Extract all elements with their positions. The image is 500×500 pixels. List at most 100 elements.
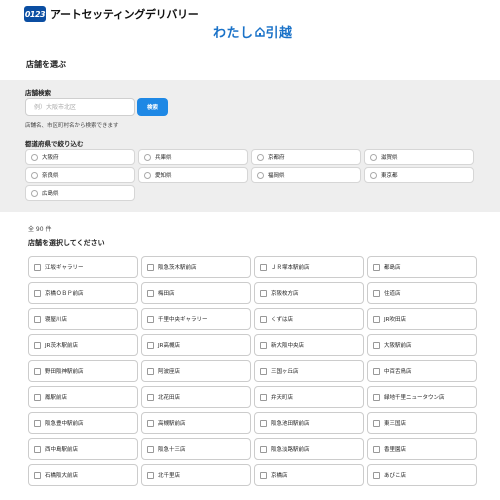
checkbox-icon[interactable]	[260, 445, 267, 453]
prefecture-option[interactable]: 大阪府	[25, 149, 135, 165]
store-item-label: 住道店	[384, 291, 401, 297]
store-item[interactable]: 鳳駅前店	[28, 386, 138, 408]
checkbox-icon[interactable]	[260, 315, 267, 323]
checkbox-icon[interactable]	[373, 471, 380, 479]
prefecture-option[interactable]: 京都府	[251, 149, 361, 165]
prefecture-option[interactable]: 福岡県	[251, 167, 361, 183]
radio-icon[interactable]	[31, 189, 38, 197]
prefecture-option[interactable]: 滋賀県	[364, 149, 474, 165]
radio-icon[interactable]	[370, 153, 377, 161]
checkbox-icon[interactable]	[147, 471, 154, 479]
checkbox-icon[interactable]	[147, 419, 154, 427]
logo[interactable]: 0123 アートセッティングデリバリー	[24, 4, 199, 24]
search-input[interactable]	[25, 98, 135, 116]
store-item[interactable]: JR高槻店	[141, 334, 251, 356]
checkbox-icon[interactable]	[373, 445, 380, 453]
store-item[interactable]: 西中島駅前店	[28, 438, 138, 460]
store-item[interactable]: 阪急豊中駅前店	[28, 412, 138, 434]
prefecture-option[interactable]: 愛知県	[138, 167, 248, 183]
store-item[interactable]: 阪急池田駅前店	[254, 412, 364, 434]
store-item[interactable]: 京橋ＯＢＰ前店	[28, 282, 138, 304]
checkbox-icon[interactable]	[260, 263, 267, 271]
radio-icon[interactable]	[31, 153, 38, 161]
prefecture-option[interactable]: 兵庫県	[138, 149, 248, 165]
checkbox-icon[interactable]	[373, 367, 380, 375]
store-item-label: 弁天町店	[271, 395, 294, 401]
store-item[interactable]: 新大阪中央店	[254, 334, 364, 356]
radio-icon[interactable]	[144, 171, 151, 179]
store-item[interactable]: 阪急十三店	[141, 438, 251, 460]
store-item[interactable]: 三国ヶ丘店	[254, 360, 364, 382]
checkbox-icon[interactable]	[147, 263, 154, 271]
store-item[interactable]: 住道店	[367, 282, 477, 304]
store-item[interactable]: 京阪枚方店	[254, 282, 364, 304]
store-item[interactable]: 香里園店	[367, 438, 477, 460]
checkbox-icon[interactable]	[147, 367, 154, 375]
checkbox-icon[interactable]	[34, 289, 41, 297]
prefecture-option[interactable]: 奈良県	[25, 167, 135, 183]
store-item[interactable]: 千里中央ギャラリー	[141, 308, 251, 330]
store-item[interactable]: 野田阪神駅前店	[28, 360, 138, 382]
checkbox-icon[interactable]	[34, 315, 41, 323]
radio-icon[interactable]	[31, 171, 38, 179]
store-item[interactable]: 東三国店	[367, 412, 477, 434]
radio-icon[interactable]	[144, 153, 151, 161]
checkbox-icon[interactable]	[147, 393, 154, 401]
prefecture-filter-label: 都道府県で絞り込む	[25, 140, 84, 148]
radio-icon[interactable]	[370, 171, 377, 179]
store-item[interactable]: 緑地千里ニュータウン店	[367, 386, 477, 408]
checkbox-icon[interactable]	[147, 341, 154, 349]
store-item[interactable]: ＪＲ塚本駅前店	[254, 256, 364, 278]
store-item[interactable]: 高槻駅前店	[141, 412, 251, 434]
store-item[interactable]: 江坂ギャラリー	[28, 256, 138, 278]
store-item[interactable]: 北花田店	[141, 386, 251, 408]
checkbox-icon[interactable]	[260, 471, 267, 479]
checkbox-icon[interactable]	[34, 341, 41, 349]
store-item[interactable]: 石橋阪大前店	[28, 464, 138, 486]
checkbox-icon[interactable]	[373, 263, 380, 271]
checkbox-icon[interactable]	[373, 419, 380, 427]
store-item[interactable]: 寝屋川店	[28, 308, 138, 330]
checkbox-icon[interactable]	[34, 263, 41, 271]
brand-text-post: 引越	[265, 26, 293, 41]
store-item-label: 野田阪神駅前店	[45, 369, 84, 375]
store-item[interactable]: 弁天町店	[254, 386, 364, 408]
store-item[interactable]: あびこ店	[367, 464, 477, 486]
radio-icon[interactable]	[257, 153, 264, 161]
checkbox-icon[interactable]	[260, 419, 267, 427]
store-item[interactable]: 北千里店	[141, 464, 251, 486]
checkbox-icon[interactable]	[34, 471, 41, 479]
checkbox-icon[interactable]	[260, 289, 267, 297]
checkbox-icon[interactable]	[34, 419, 41, 427]
checkbox-icon[interactable]	[373, 289, 380, 297]
checkbox-icon[interactable]	[147, 289, 154, 297]
store-item[interactable]: 中百舌鳥店	[367, 360, 477, 382]
checkbox-icon[interactable]	[34, 393, 41, 401]
checkbox-icon[interactable]	[373, 341, 380, 349]
checkbox-icon[interactable]	[147, 315, 154, 323]
checkbox-icon[interactable]	[260, 367, 267, 375]
checkbox-icon[interactable]	[34, 445, 41, 453]
store-item[interactable]: 京橋店	[254, 464, 364, 486]
store-item[interactable]: JR茨木駅前店	[28, 334, 138, 356]
checkbox-icon[interactable]	[260, 393, 267, 401]
radio-icon[interactable]	[257, 171, 264, 179]
prefecture-option[interactable]: 広島県	[25, 185, 135, 201]
checkbox-icon[interactable]	[373, 393, 380, 401]
checkbox-icon[interactable]	[260, 341, 267, 349]
checkbox-icon[interactable]	[147, 445, 154, 453]
store-item[interactable]: 都島店	[367, 256, 477, 278]
store-item[interactable]: JR吹田店	[367, 308, 477, 330]
store-item[interactable]: 阿波座店	[141, 360, 251, 382]
store-item-label: 阪急淡路駅前店	[271, 447, 310, 453]
store-item[interactable]: くずは店	[254, 308, 364, 330]
store-item[interactable]: 阪急淡路駅前店	[254, 438, 364, 460]
store-item-label: ＪＲ塚本駅前店	[271, 265, 310, 271]
store-item[interactable]: 大阪駅前店	[367, 334, 477, 356]
store-item[interactable]: 阪急茨木駅前店	[141, 256, 251, 278]
store-item[interactable]: 梅田店	[141, 282, 251, 304]
checkbox-icon[interactable]	[373, 315, 380, 323]
prefecture-option[interactable]: 東京都	[364, 167, 474, 183]
checkbox-icon[interactable]	[34, 367, 41, 375]
search-button[interactable]: 検索	[137, 98, 168, 116]
